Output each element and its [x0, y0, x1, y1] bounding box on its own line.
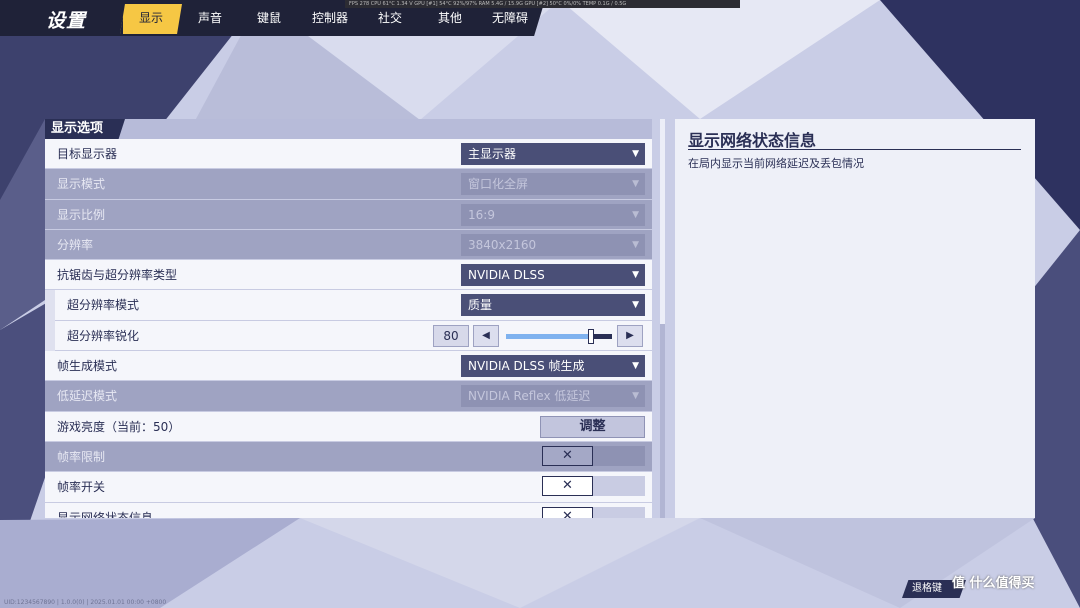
chevron-down-icon: ▼ — [632, 300, 639, 311]
setting-label: 显示比例 — [57, 207, 106, 222]
slider-track[interactable] — [506, 328, 612, 344]
setting-label: 分辨率 — [57, 237, 94, 252]
setting-row-fps-limit: 帧率限制 ✕ — [45, 441, 652, 473]
target-display-dropdown[interactable]: 主显示器 ▼ — [461, 143, 645, 165]
divider — [688, 149, 1021, 150]
info-title: 显示网络状态信息 — [688, 131, 817, 150]
dropdown-value: 主显示器 — [468, 147, 517, 161]
setting-row-aa-type[interactable]: 抗锯齿与超分辨率类型 NVIDIA DLSS ▼ — [45, 260, 652, 291]
scrollbar[interactable] — [660, 119, 665, 518]
info-panel: 显示网络状态信息 在局内显示当前网络延迟及丢包情况 — [675, 119, 1035, 518]
low-latency-dropdown: NVIDIA Reflex 低延迟 ▼ — [461, 385, 645, 408]
fps-toggle[interactable]: ✕ — [542, 476, 645, 497]
setting-row-brightness[interactable]: 游戏亮度（当前：50） 调整 — [45, 411, 652, 442]
setting-label: 帧率开关 — [57, 480, 106, 495]
chevron-down-icon: ▼ — [632, 239, 639, 250]
setting-row-aspect-ratio: 显示比例 16:9 ▼ — [45, 199, 652, 230]
setting-label: 帧生成模式 — [57, 359, 118, 374]
setting-row-net-info[interactable]: 显示网络状态信息 ✕ — [45, 502, 652, 518]
chevron-down-icon: ▼ — [632, 391, 639, 402]
setting-label: 抗锯齿与超分辨率类型 — [57, 268, 178, 283]
setting-label: 帧率限制 — [57, 449, 106, 464]
setting-row-upscale-mode[interactable]: 超分辨率模式 质量 ▼ — [55, 290, 652, 321]
chevron-down-icon: ▼ — [632, 149, 639, 159]
fps-limit-toggle: ✕ — [542, 445, 645, 466]
setting-label: 游戏亮度（当前：50） — [57, 419, 181, 434]
settings-list[interactable]: 目标显示器 主显示器 ▼ 显示模式 窗口化全屏 ▼ 显示比例 16:9 ▼ 分辨… — [45, 139, 652, 518]
page-title: 设置 — [46, 10, 87, 32]
tab-sound[interactable]: 声音 — [182, 0, 238, 36]
setting-row-frame-gen[interactable]: 帧生成模式 NVIDIA DLSS 帧生成 ▼ — [45, 351, 652, 382]
slider-fill — [506, 333, 591, 339]
slider-value: 80 — [433, 324, 469, 347]
close-icon: ✕ — [542, 445, 593, 466]
performance-overlay: FPS 278 CPU 61°C 1.34 V GPU [#1] 54°C 92… — [345, 0, 740, 8]
setting-label: 低延迟模式 — [57, 389, 118, 404]
chevron-down-icon: ▼ — [632, 361, 639, 372]
dropdown-value: 3840x2160 — [468, 237, 537, 252]
setting-row-fps-toggle[interactable]: 帧率开关 ✕ — [45, 472, 652, 503]
dropdown-value: 质量 — [468, 298, 493, 313]
setting-label: 超分辨率锐化 — [67, 328, 140, 343]
resolution-dropdown: 3840x2160 ▼ — [461, 233, 645, 256]
dropdown-value: NVIDIA DLSS — [468, 268, 545, 283]
watermark: 值 什么值得买 — [952, 576, 1035, 591]
setting-row-display-mode: 显示模式 窗口化全屏 ▼ — [45, 169, 652, 200]
setting-label: 超分辨率模式 — [67, 298, 140, 313]
dropdown-value: 16:9 — [468, 207, 495, 222]
close-icon: ✕ — [542, 476, 593, 497]
setting-row-resolution: 分辨率 3840x2160 ▼ — [45, 229, 652, 261]
dropdown-value: NVIDIA Reflex 低延迟 — [468, 389, 591, 404]
close-icon: ✕ — [542, 506, 593, 518]
aspect-ratio-dropdown: 16:9 ▼ — [461, 203, 645, 226]
adjust-brightness-button[interactable]: 调整 — [540, 415, 645, 438]
setting-label: 目标显示器 — [57, 147, 118, 161]
info-description: 在局内显示当前网络延迟及丢包情况 — [688, 157, 864, 170]
slider-increase-button[interactable]: ▶ — [617, 324, 643, 347]
chevron-down-icon: ▼ — [632, 209, 639, 220]
dropdown-value: NVIDIA DLSS 帧生成 — [468, 359, 585, 374]
setting-row-low-latency: 低延迟模式 NVIDIA Reflex 低延迟 ▼ — [45, 381, 652, 412]
section-header-bar — [45, 119, 652, 139]
slider-handle[interactable] — [587, 328, 594, 344]
setting-label: 显示网络状态信息 — [57, 510, 154, 518]
upscale-mode-dropdown[interactable]: 质量 ▼ — [461, 294, 645, 317]
slider-decrease-button[interactable]: ◀ — [473, 324, 499, 347]
setting-row-sharpness[interactable]: 超分辨率锐化 80 ◀ ▶ — [55, 320, 652, 352]
sharpness-slider[interactable]: 80 ◀ ▶ — [433, 324, 645, 347]
dropdown-value: 窗口化全屏 — [468, 177, 529, 192]
section-title: 显示选项 — [45, 119, 125, 139]
tab-keyboard-mouse[interactable]: 键鼠 — [241, 0, 297, 36]
aa-type-dropdown[interactable]: NVIDIA DLSS ▼ — [461, 264, 645, 287]
display-mode-dropdown: 窗口化全屏 ▼ — [461, 173, 645, 196]
frame-gen-dropdown[interactable]: NVIDIA DLSS 帧生成 ▼ — [461, 355, 645, 378]
build-info: UID:1234567890 | 1.0.0(0) | 2025.01.01 0… — [4, 599, 167, 606]
chevron-down-icon: ▼ — [632, 270, 639, 281]
net-info-toggle[interactable]: ✕ — [542, 506, 645, 518]
chevron-down-icon: ▼ — [632, 179, 639, 190]
setting-row-target-display[interactable]: 目标显示器 主显示器 ▼ — [45, 139, 652, 170]
setting-label: 显示模式 — [57, 177, 106, 192]
tab-display[interactable]: 显示 — [123, 0, 179, 36]
scrollbar-thumb[interactable] — [660, 119, 665, 324]
